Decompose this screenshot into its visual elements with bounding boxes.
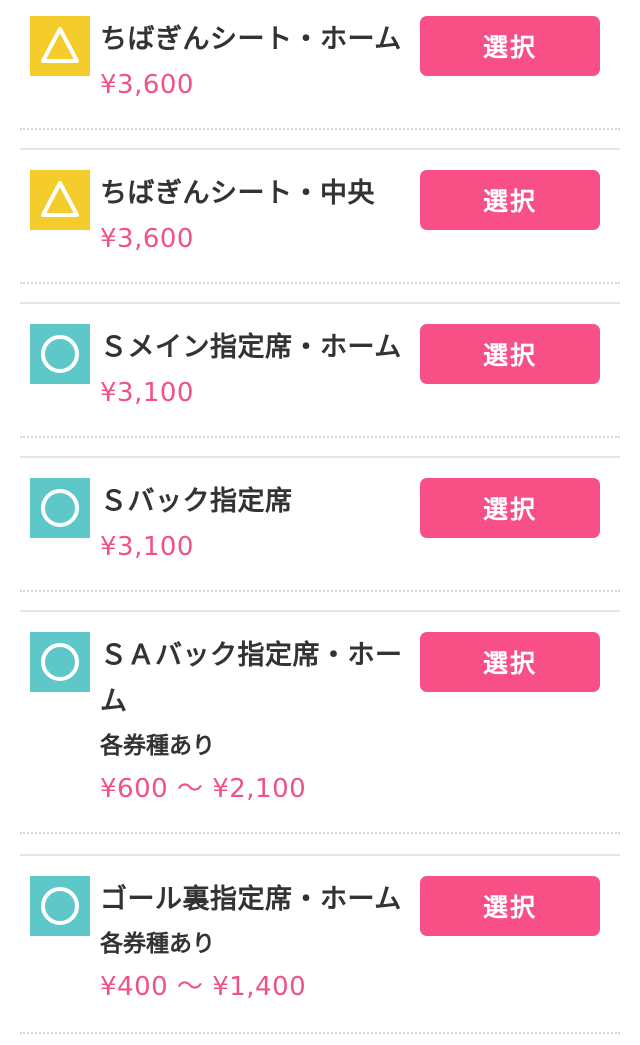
triangle-icon [30,170,90,230]
divider [20,590,620,592]
divider [20,282,620,284]
select-button[interactable]: 選択 [420,170,600,230]
seat-price: ¥3,600 [100,224,194,254]
divider [20,832,620,834]
seat-name: ゴール裏指定席・ホーム [100,884,402,915]
seat-price: ¥400 ～ ¥1,400 [100,972,307,1002]
select-button[interactable]: 選択 [420,632,600,692]
seat-name: Ｓバック指定席 [100,486,293,517]
seat-item: Ｓバック指定席 ¥3,100 選択 [20,456,620,592]
seat-item: ＳＡバック指定席・ホーム 各券種あり ¥600 ～ ¥2,100 選択 [20,610,620,834]
seat-price: ¥3,600 [100,70,194,100]
seat-name: ちばぎんシート・中央 [100,178,375,209]
circle-icon [30,478,90,538]
seat-name: ＳＡバック指定席・ホーム [100,640,403,717]
select-button[interactable]: 選択 [420,478,600,538]
seat-item: Ｓメイン指定席・ホーム ¥3,100 選択 [20,302,620,438]
ticket-types-note: 各券種あり [100,931,215,957]
circle-icon [30,876,90,936]
ticket-types-note: 各券種あり [100,733,215,759]
divider [20,436,620,438]
seat-name: ちばぎんシート・ホーム [100,24,402,55]
seat-price: ¥3,100 [100,378,194,408]
seat-price: ¥3,100 [100,532,194,562]
seat-price: ¥600 ～ ¥2,100 [100,774,307,804]
select-button[interactable]: 選択 [420,876,600,936]
divider [20,128,620,130]
circle-icon [30,632,90,692]
divider [20,1032,620,1034]
select-button[interactable]: 選択 [420,324,600,384]
select-button[interactable]: 選択 [420,16,600,76]
circle-icon [30,324,90,384]
seat-item: ちばぎんシート・ホーム ¥3,600 選択 [20,0,620,130]
seat-name: Ｓメイン指定席・ホーム [100,332,402,363]
seat-item: ゴール裏指定席・ホーム 各券種あり ¥400 ～ ¥1,400 選択 [20,854,620,1034]
triangle-icon [30,16,90,76]
seat-item: ちばぎんシート・中央 ¥3,600 選択 [20,148,620,284]
